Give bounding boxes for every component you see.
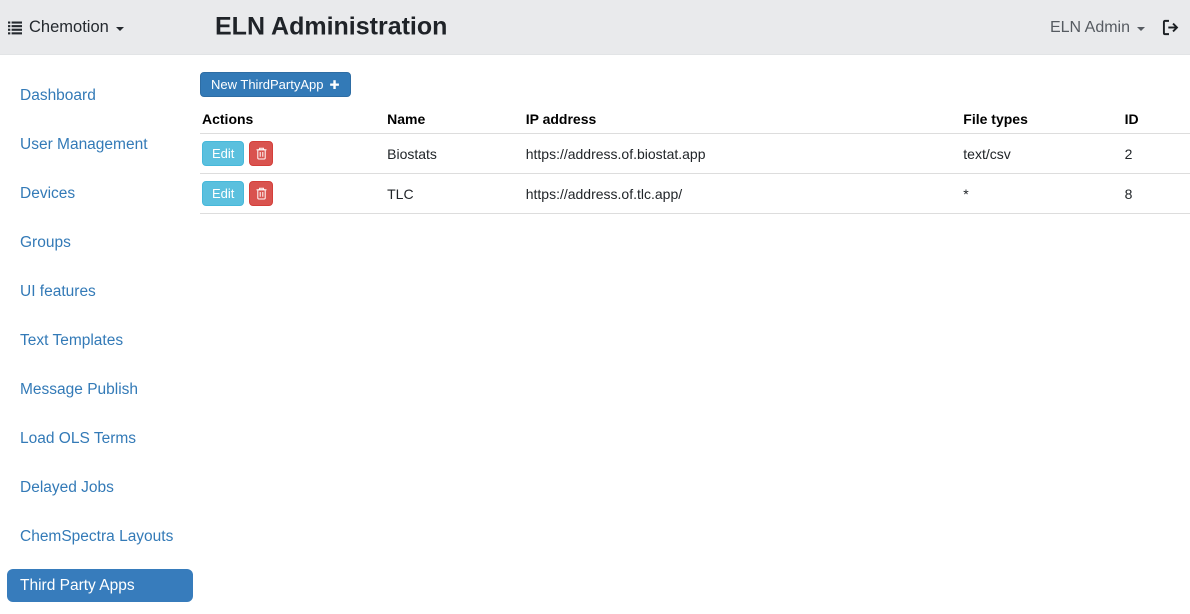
sign-out-button[interactable] <box>1162 19 1180 36</box>
sign-out-icon <box>1162 19 1180 36</box>
column-header-name: Name <box>385 105 524 134</box>
column-header-file-types: File types <box>961 105 1122 134</box>
brand-label: Chemotion <box>29 18 109 37</box>
sidebar-item-user-management[interactable]: User Management <box>0 120 200 169</box>
cell-id: 2 <box>1123 134 1190 174</box>
new-thirdpartyapp-label: New ThirdPartyApp <box>211 77 323 92</box>
table-row: Edit <box>200 134 1190 174</box>
page-title: ELN Administration <box>215 13 447 42</box>
column-header-id: ID <box>1123 105 1190 134</box>
sidebar-item-chemspectra-layouts[interactable]: ChemSpectra Layouts <box>0 512 200 561</box>
cell-file-types: * <box>961 174 1122 214</box>
table-header-row: Actions Name IP address File types ID <box>200 105 1190 134</box>
cell-ip-address: https://address.of.tlc.app/ <box>524 174 962 214</box>
column-header-actions: Actions <box>200 105 385 134</box>
edit-button[interactable]: Edit <box>202 181 244 206</box>
sidebar-item-ui-features[interactable]: UI features <box>0 267 200 316</box>
sidebar-item-groups[interactable]: Groups <box>0 218 200 267</box>
trash-icon <box>256 147 267 160</box>
plus-icon: ✚ <box>329 79 339 91</box>
sidebar-item-load-ols-terms[interactable]: Load OLS Terms <box>0 414 200 463</box>
table-row: Edit <box>200 174 1190 214</box>
third-party-apps-table: Actions Name IP address File types ID Ed… <box>200 105 1190 214</box>
cell-name: TLC <box>385 174 524 214</box>
delete-button[interactable] <box>249 141 273 166</box>
sidebar-item-text-templates[interactable]: Text Templates <box>0 316 200 365</box>
main-content: New ThirdPartyApp ✚ Actions Name IP addr… <box>200 55 1190 614</box>
trash-icon <box>256 187 267 200</box>
user-menu-dropdown[interactable]: ELN Admin <box>1050 19 1145 37</box>
caret-down-icon <box>1137 27 1145 31</box>
cell-ip-address: https://address.of.biostat.app <box>524 134 962 174</box>
admin-sidebar: Dashboard User Management Devices Groups… <box>0 55 200 614</box>
edit-button[interactable]: Edit <box>202 141 244 166</box>
user-menu-label: ELN Admin <box>1050 19 1130 37</box>
new-thirdpartyapp-button[interactable]: New ThirdPartyApp ✚ <box>200 72 351 97</box>
sidebar-item-dashboard[interactable]: Dashboard <box>0 71 200 120</box>
cell-id: 8 <box>1123 174 1190 214</box>
sidebar-item-message-publish[interactable]: Message Publish <box>0 365 200 414</box>
sidebar-item-devices[interactable]: Devices <box>0 169 200 218</box>
brand-menu[interactable]: Chemotion <box>8 0 124 55</box>
caret-down-icon <box>116 27 124 31</box>
top-navbar: Chemotion ELN Administration ELN Admin <box>0 0 1190 55</box>
navbar-right: ELN Admin <box>1050 0 1180 55</box>
delete-button[interactable] <box>249 181 273 206</box>
cell-name: Biostats <box>385 134 524 174</box>
list-icon <box>8 21 22 35</box>
sidebar-item-third-party-apps[interactable]: Third Party Apps <box>7 569 193 602</box>
sidebar-item-delayed-jobs[interactable]: Delayed Jobs <box>0 463 200 512</box>
column-header-ip-address: IP address <box>524 105 962 134</box>
cell-file-types: text/csv <box>961 134 1122 174</box>
